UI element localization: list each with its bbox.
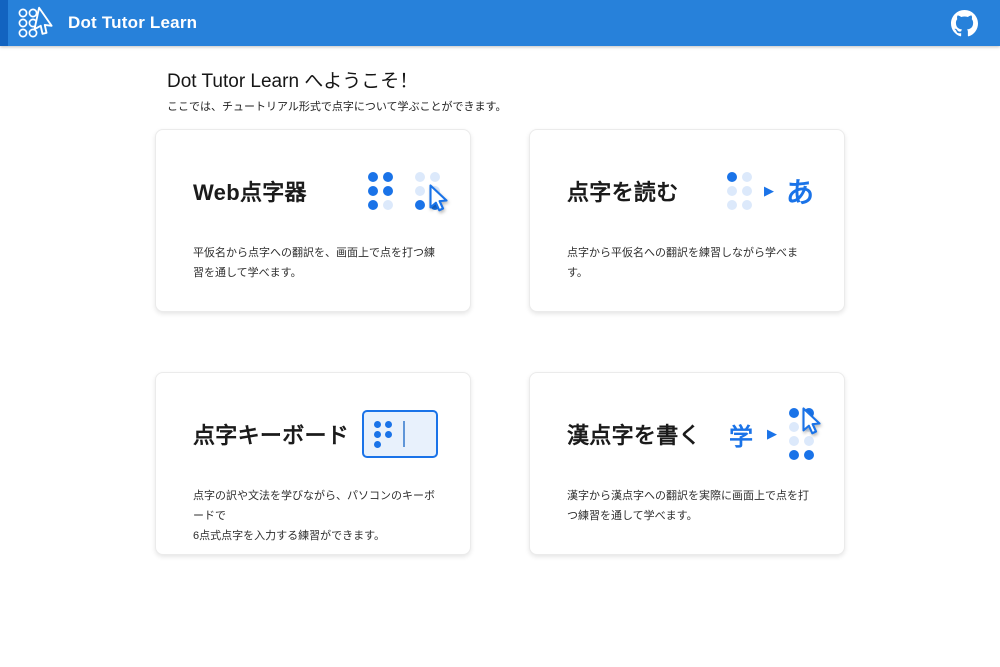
- tutorial-cards-grid: Web点字器 平仮名から点字への翻訳を、画面上で点を打つ練 習を通して学べます。…: [155, 129, 845, 555]
- mouse-cursor-icon: [796, 406, 826, 436]
- arrow-right-icon: ▶: [764, 183, 774, 199]
- braille-cell: [727, 172, 752, 210]
- braille-cell: [374, 421, 392, 448]
- welcome-block: Dot Tutor Learn へようこそ！ ここでは、チュートリアル形式で点字…: [155, 66, 845, 114]
- kanji-gaku-char: 学: [729, 417, 753, 452]
- card-web-braille-writer[interactable]: Web点字器 平仮名から点字への翻訳を、画面上で点を打つ練 習を通して学べます。: [155, 129, 471, 312]
- page-title: Dot Tutor Learn へようこそ！: [167, 66, 845, 93]
- mouse-cursor-icon: [423, 183, 453, 213]
- app-header: Dot Tutor Learn: [0, 0, 1000, 46]
- card-description: 点字の訳や文法を学びながら、パソコンのキーボードで 6点式点字を入力する練習がで…: [193, 487, 440, 546]
- braille-cell: [368, 172, 393, 210]
- app-title: Dot Tutor Learn: [68, 13, 197, 33]
- card-title: 点字を読む: [567, 175, 679, 207]
- kanji-to-braille-cursor-icon: 学 ▶: [729, 408, 814, 460]
- hiragana-a-char: あ: [786, 171, 814, 211]
- main-content: Dot Tutor Learn へようこそ！ ここでは、チュートリアル形式で点字…: [155, 46, 845, 555]
- card-braille-keyboard[interactable]: 点字キーボード 点字の訳や文法を学びながら、パソコンのキーボードで 6点式点字を…: [155, 372, 471, 555]
- github-icon: [951, 10, 978, 37]
- card-description: 漢字から漢点字への翻訳を実際に画面上で点を打 つ練習を通して学べます。: [567, 487, 814, 527]
- github-link[interactable]: [950, 9, 978, 37]
- app-logo: [16, 5, 56, 41]
- braille-to-hiragana-icon: ▶ あ: [727, 171, 814, 211]
- card-description: 平仮名から点字への翻訳を、画面上で点を打つ練 習を通して学べます。: [193, 244, 440, 284]
- header-accent-strip: [0, 0, 8, 46]
- card-title: Web点字器: [193, 175, 307, 207]
- braille-cursor-logo-icon: [16, 5, 56, 41]
- card-description: 点字から平仮名への翻訳を練習しながら学べます。: [567, 244, 814, 284]
- card-write-kanji-braille[interactable]: 漢点字を書く 学 ▶ 漢字から漢点字への翻訳を実際に画面上で点を打 つ練習を通し…: [529, 372, 845, 555]
- text-caret-icon: [403, 421, 405, 447]
- braille-cells-cursor-icon: [368, 172, 440, 210]
- card-title: 点字キーボード: [193, 418, 349, 450]
- page-subtitle: ここでは、チュートリアル形式で点字について学ぶことができます。: [167, 98, 845, 114]
- braille-input-field-icon: [362, 410, 438, 458]
- card-title: 漢点字を書く: [567, 418, 701, 450]
- card-read-braille[interactable]: 点字を読む ▶ あ 点字から平仮名への翻訳を練習しながら学べます。: [529, 129, 845, 312]
- arrow-right-icon: ▶: [767, 426, 777, 442]
